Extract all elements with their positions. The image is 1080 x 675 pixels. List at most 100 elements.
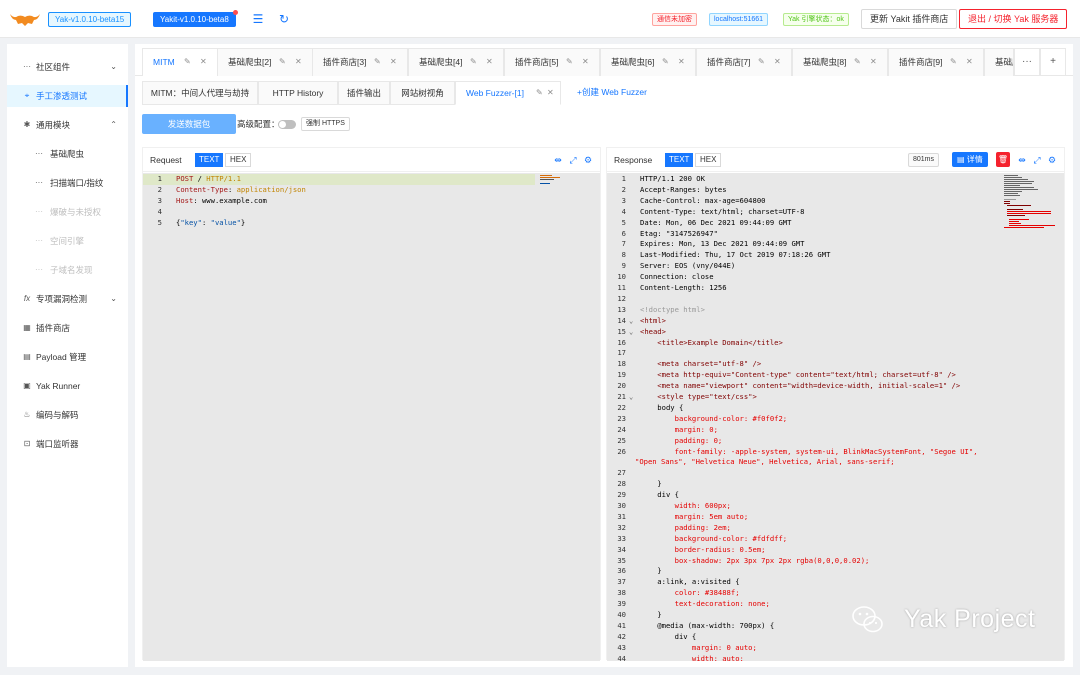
close-icon[interactable]: ✕ <box>966 49 973 75</box>
code-text: div { <box>640 631 697 641</box>
menu-icon[interactable]: ☰ <box>251 12 265 26</box>
sidebar-item-subdomain[interactable]: ··· 子域名发现 <box>7 259 128 281</box>
code-token: HTTP/1.1 <box>206 174 241 183</box>
sidebar-item-bruteforce[interactable]: ··· 爆破与未授权 <box>7 201 128 223</box>
close-icon[interactable]: ✕ <box>870 49 877 75</box>
tab-store-5[interactable]: 插件商店[5] ✎ ✕ <box>504 48 600 76</box>
code-text: Content-Length: 1256 <box>640 283 727 292</box>
more-tabs-icon[interactable]: ··· <box>1014 48 1040 76</box>
response-text-toggle[interactable]: TEXT <box>665 153 694 167</box>
update-dot <box>232 10 238 15</box>
update-plugin-store-button[interactable]: 更新 Yakit 插件商店 <box>861 9 958 29</box>
edit-icon[interactable]: ✎ <box>662 49 669 75</box>
close-icon[interactable]: ✕ <box>774 49 781 75</box>
send-packet-button[interactable]: 发送数据包 <box>142 114 236 134</box>
response-editor[interactable]: 1 HTTP/1.1 200 OK 2 Accept-Ranges: bytes 3 Ca… <box>607 173 1064 661</box>
force-https-button[interactable]: 强制 HTTPS <box>301 117 350 131</box>
detail-button[interactable]: ▤ 详情 <box>952 152 988 167</box>
sidebar-item-label: Payload 管理 <box>36 352 87 362</box>
sidebar-item-plugin-store[interactable]: ▦ 插件商店 <box>7 317 128 339</box>
logout-switch-server-button[interactable]: 退出 / 切换 Yak 服务器 <box>959 9 1068 29</box>
sidebar-item-port-listener[interactable]: ⊡ 端口监听器 <box>7 433 128 455</box>
watermark-text: Yak Project <box>904 605 1036 633</box>
edit-icon[interactable]: ✎ <box>950 49 957 75</box>
sidebar-item-vuln-detection[interactable]: fx 专项漏洞检测 ⌄ <box>7 288 128 310</box>
line-number: 5 <box>621 217 626 227</box>
sidebar-item-space-engine[interactable]: ··· 空间引擎 <box>7 230 128 252</box>
close-icon[interactable]: ✕ <box>200 49 207 75</box>
tab-site-tree[interactable]: 网站树视角 <box>390 81 455 105</box>
tab-crawler-10[interactable]: 基础爬 <box>984 48 1014 76</box>
code-text: background-color: #fdfdff; <box>640 533 788 543</box>
sidebar-item-payload[interactable]: ▤ Payload 管理 <box>7 346 128 368</box>
edit-icon[interactable]: ✎ <box>758 49 765 75</box>
code-line: 3 Host: www.example.com <box>143 196 535 207</box>
line-number: 10 <box>617 272 626 282</box>
encryption-status-tag: 通信未加密 <box>652 13 697 26</box>
edit-icon[interactable]: ✎ <box>184 49 191 75</box>
settings-icon[interactable]: ⚙ <box>1046 153 1058 167</box>
tab-mitm-proxy[interactable]: MITM：中间人代理与劫持 <box>142 81 258 105</box>
line-number: 37 <box>617 577 626 587</box>
close-icon[interactable]: ✕ <box>547 82 554 104</box>
split-icon[interactable]: ⇹ <box>552 153 564 167</box>
tab-crawler-4[interactable]: 基础爬虫[4] ✎ ✕ <box>408 48 504 76</box>
tab-store-9[interactable]: 插件商店[9] ✎ ✕ <box>888 48 984 76</box>
response-hex-toggle[interactable]: HEX <box>695 153 722 167</box>
delete-icon[interactable]: 🗑 <box>996 152 1010 167</box>
code-line: 22 body { <box>607 403 999 414</box>
sidebar-item-codec[interactable]: ♨ 编码与解码 <box>7 404 128 426</box>
close-icon[interactable]: ✕ <box>295 49 302 75</box>
sidebar-item-port-scan[interactable]: ··· 扫描端口/指纹 <box>7 172 128 194</box>
sidebar-item-label: 手工渗透测试 <box>36 91 88 101</box>
edit-icon[interactable]: ✎ <box>374 49 381 75</box>
fullscreen-icon[interactable]: ⤢ <box>1031 153 1043 167</box>
fullscreen-icon[interactable]: ⤢ <box>567 153 579 167</box>
tab-store-3[interactable]: 插件商店[3] ✎ ✕ <box>312 48 408 76</box>
tab-web-fuzzer-1[interactable]: Web Fuzzer-[1] ✎ ✕ <box>455 81 561 105</box>
request-text-toggle[interactable]: TEXT <box>195 153 224 167</box>
line-number: 7 <box>621 239 626 249</box>
add-tab-icon[interactable]: + <box>1040 48 1066 76</box>
tab-plugin-output[interactable]: 插件输出 <box>338 81 390 105</box>
code-text: {"key": "value"} <box>176 218 245 229</box>
close-icon[interactable]: ✕ <box>390 49 397 75</box>
request-hex-toggle[interactable]: HEX <box>225 153 252 167</box>
sidebar-item-basic-crawler[interactable]: ··· 基础爬虫 <box>7 143 128 165</box>
request-editor[interactable]: 1 POST / HTTP/1.1 2 Content-Type: applicati… <box>143 173 600 661</box>
code-text: <meta name="viewport" content="width=dev… <box>640 381 961 391</box>
create-web-fuzzer-button[interactable]: +创建 Web Fuzzer <box>569 81 655 105</box>
edit-icon[interactable]: ✎ <box>470 49 477 75</box>
refresh-icon[interactable]: ↻ <box>277 12 291 26</box>
tab-http-history[interactable]: HTTP History <box>258 81 338 105</box>
sidebar-item-general-modules[interactable]: ✱ 通用模块 ⌃ <box>7 114 128 136</box>
edit-icon[interactable]: ✎ <box>279 49 286 75</box>
sidebar-item-label: 基础爬虫 <box>50 149 85 159</box>
fuzzer-toolbar: 发送数据包 高级配置： 强制 HTTPS <box>135 111 1073 139</box>
code-text: } <box>640 566 662 576</box>
sidebar-item-yak-runner[interactable]: ▣ Yak Runner <box>7 375 128 397</box>
ellipsis-icon: ··· <box>35 265 43 274</box>
sidebar-item-community[interactable]: ··· 社区组件 ⌄ <box>7 56 128 78</box>
close-icon[interactable]: ✕ <box>582 49 589 75</box>
edit-icon[interactable]: ✎ <box>854 49 861 75</box>
sidebar-item-manual-pentest[interactable]: ⌖ 手工渗透测试 <box>7 85 128 107</box>
code-line: 35 box-shadow: 2px 3px 7px 2px rgba(0,0,… <box>607 556 999 567</box>
code-text: border-radius: 0.5em; <box>640 544 766 554</box>
edit-icon[interactable]: ✎ <box>566 49 573 75</box>
tab-store-7[interactable]: 插件商店[7] ✎ ✕ <box>696 48 792 76</box>
code-line: 26 font-family: -apple-system, system-ui… <box>607 447 999 458</box>
advanced-config-switch[interactable] <box>278 120 296 129</box>
split-icon[interactable]: ⇹ <box>1016 153 1028 167</box>
tab-crawler-6[interactable]: 基础爬虫[6] ✎ ✕ <box>600 48 696 76</box>
edit-icon[interactable]: ✎ <box>536 82 543 104</box>
server-address-tag: localhost:51661 <box>709 13 769 26</box>
tab-crawler-8[interactable]: 基础爬虫[8] ✎ ✕ <box>792 48 888 76</box>
tab-crawler-2[interactable]: 基础爬虫[2] ✎ ✕ <box>217 48 313 76</box>
settings-icon[interactable]: ⚙ <box>582 153 594 167</box>
tab-mitm[interactable]: MITM ✎ ✕ <box>142 48 218 76</box>
close-icon[interactable]: ✕ <box>486 49 493 75</box>
tab-label: 插件商店[3] <box>323 57 367 67</box>
close-icon[interactable]: ✕ <box>678 49 685 75</box>
yakit-version-tag[interactable]: Yakit-v1.0.10-beta8 <box>153 10 238 27</box>
